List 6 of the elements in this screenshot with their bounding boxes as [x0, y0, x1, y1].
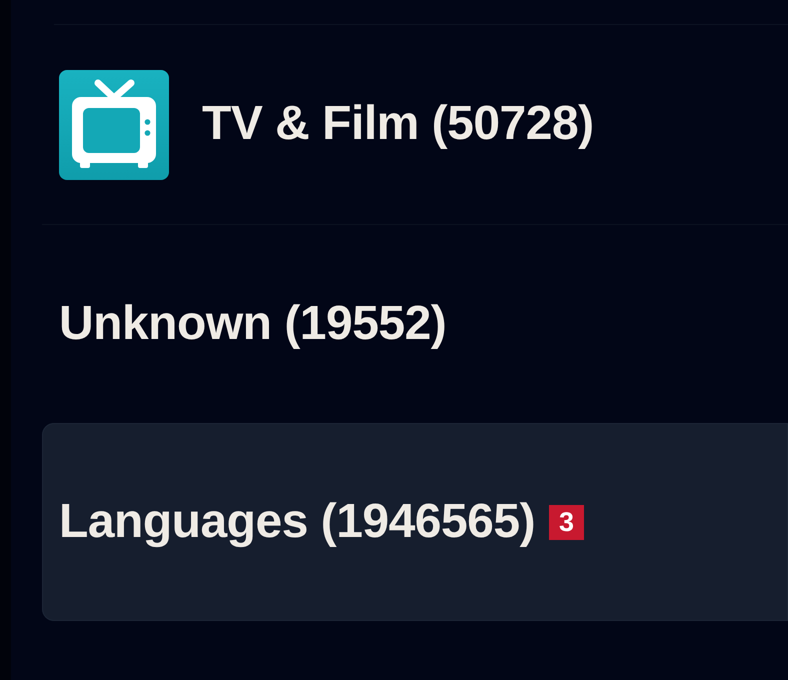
- category-label[interactable]: TV & Film (50728): [202, 98, 594, 151]
- count-badge: 3: [549, 504, 584, 540]
- category-label: Languages (1946565): [59, 496, 536, 548]
- category-label[interactable]: Unknown (19552): [59, 298, 446, 350]
- tv-icon: [59, 70, 169, 180]
- category-item-selected[interactable]: Languages (1946565) 3: [42, 423, 788, 621]
